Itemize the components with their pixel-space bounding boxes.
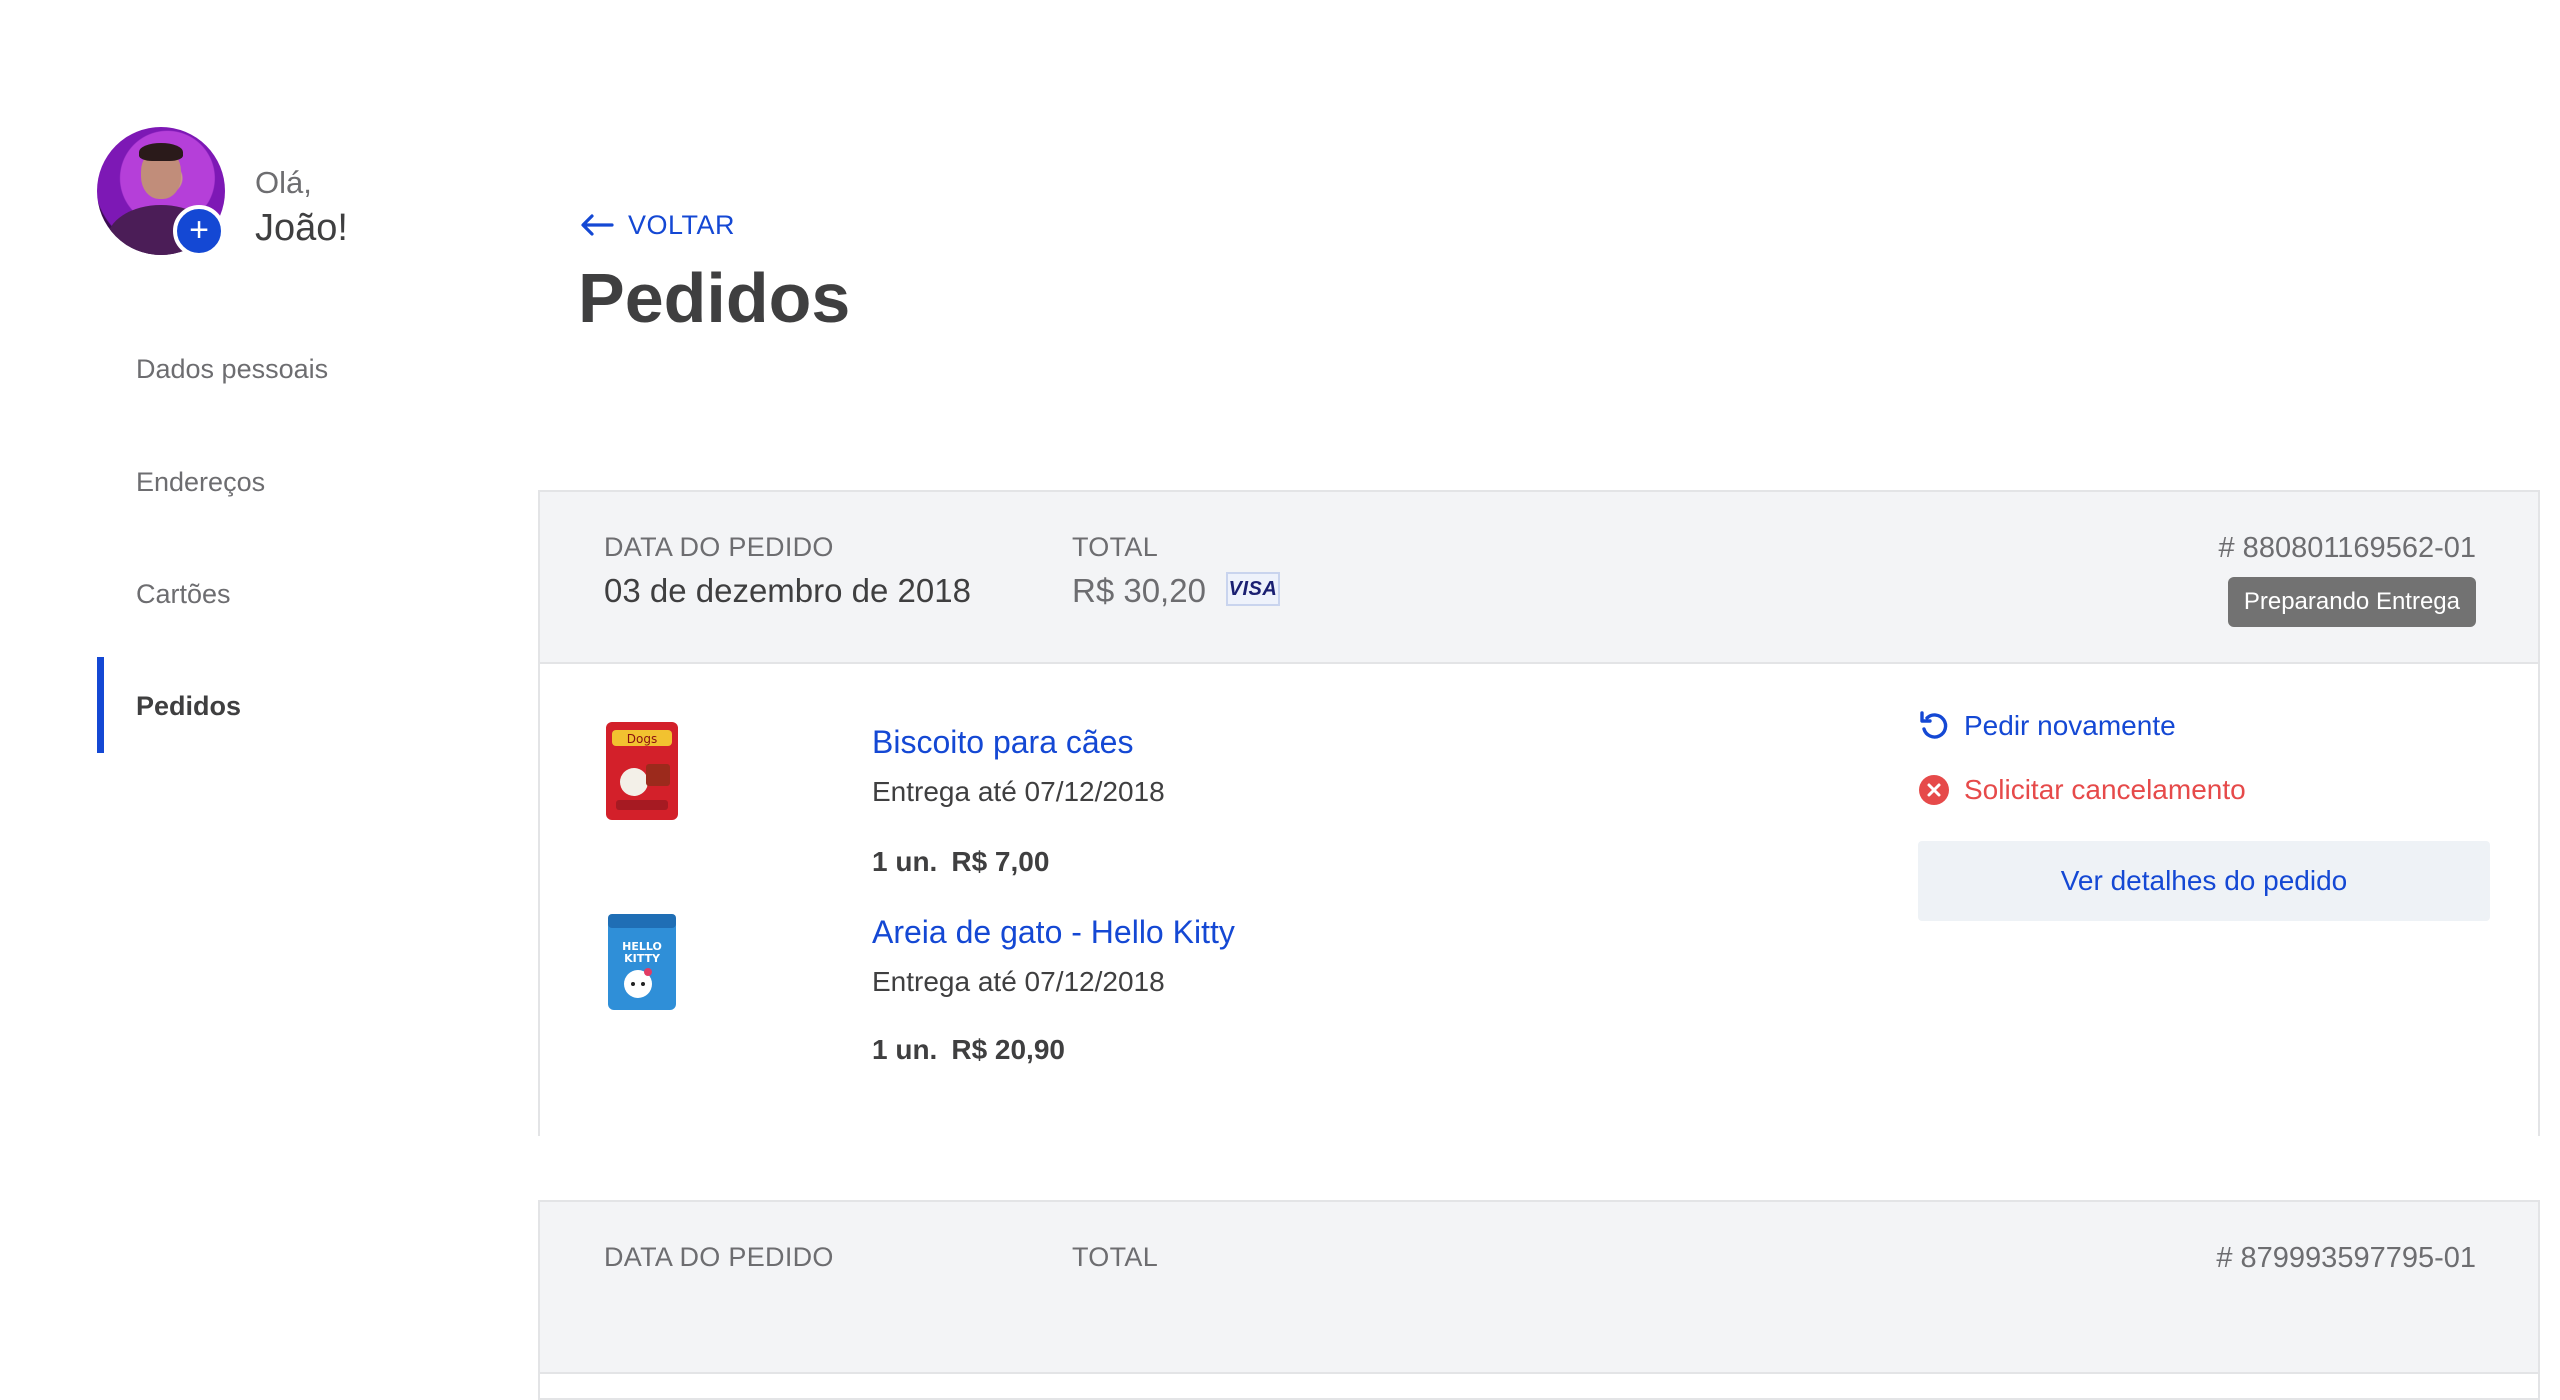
product-price: R$ 7,00 — [951, 846, 1050, 877]
order-card: DATA DO PEDIDO 03 de dezembro de 2018 TO… — [538, 490, 2540, 1138]
user-name: João! — [255, 207, 348, 249]
reorder-icon — [1920, 711, 1948, 739]
product-delivery: Entrega até 07/12/2018 — [872, 776, 1165, 807]
page-title: Pedidos — [578, 259, 851, 337]
user-profile: + Olá, João! — [97, 127, 397, 257]
cancel-label: Solicitar cancelamento — [1964, 774, 2246, 805]
order-number: # 880801169562-01 — [2218, 532, 2477, 564]
product-delivery: Entrega até 07/12/2018 — [872, 966, 1165, 997]
status-badge: Preparando Entrega — [2227, 577, 2476, 627]
order-items: Dogs Biscoito para cães Entrega até 07/1… — [540, 664, 2538, 1138]
order-total-label: TOTAL — [1072, 1242, 1159, 1272]
reorder-button[interactable]: Pedir novamente — [1918, 710, 2176, 742]
product-price-line: 1 un. R$ 7,00 — [872, 846, 1049, 878]
product-name-link[interactable]: Biscoito para cães — [872, 724, 1133, 761]
product-image-areia[interactable]: HELLO KITTY — [602, 906, 682, 1016]
order-header: DATA DO PEDIDO TOTAL # 879993597795-01 — [540, 1202, 2538, 1374]
sidebar-item-cartoes[interactable]: Cartões — [136, 579, 231, 610]
order-header: DATA DO PEDIDO 03 de dezembro de 2018 TO… — [540, 492, 2538, 664]
product-price: R$ 20,90 — [951, 1034, 1065, 1065]
order-date-label: DATA DO PEDIDO — [604, 1242, 834, 1272]
back-link[interactable]: VOLTAR — [580, 205, 735, 245]
reorder-label: Pedir novamente — [1964, 710, 2176, 741]
cancel-icon — [1919, 775, 1949, 805]
product-name-link[interactable]: Areia de gato - Hello Kitty — [872, 914, 1235, 951]
order-date: 03 de dezembro de 2018 — [604, 572, 971, 609]
greeting-text: Olá, — [255, 165, 312, 200]
arrow-left-icon — [581, 214, 614, 236]
back-label: VOLTAR — [628, 209, 736, 240]
visa-icon: VISA — [1226, 572, 1280, 606]
product-image-biscoito[interactable]: Dogs — [602, 716, 682, 826]
order-total: R$ 30,20 — [1072, 572, 1206, 609]
product-price-line: 1 un. R$ 20,90 — [872, 1034, 1065, 1066]
sidebar-item-dados-pessoais[interactable]: Dados pessoais — [136, 354, 328, 385]
order-date-label: DATA DO PEDIDO — [604, 532, 834, 562]
order-card: DATA DO PEDIDO TOTAL # 879993597795-01 — [538, 1200, 2540, 1400]
active-indicator — [97, 657, 104, 753]
sidebar-item-enderecos[interactable]: Endereços — [136, 467, 265, 498]
svg-text:Dogs: Dogs — [627, 732, 657, 746]
add-photo-button[interactable]: + — [173, 205, 225, 257]
svg-text:KITTY: KITTY — [624, 952, 661, 965]
order-total-label: TOTAL — [1072, 532, 1159, 562]
cancel-order-button[interactable]: Solicitar cancelamento — [1918, 774, 2246, 806]
order-number: # 879993597795-01 — [2216, 1242, 2476, 1274]
order-details-button[interactable]: Ver detalhes do pedido — [1918, 841, 2490, 921]
product-quantity: 1 un. — [872, 846, 938, 877]
product-quantity: 1 un. — [872, 1034, 938, 1065]
sidebar-item-pedidos[interactable]: Pedidos — [136, 691, 241, 722]
